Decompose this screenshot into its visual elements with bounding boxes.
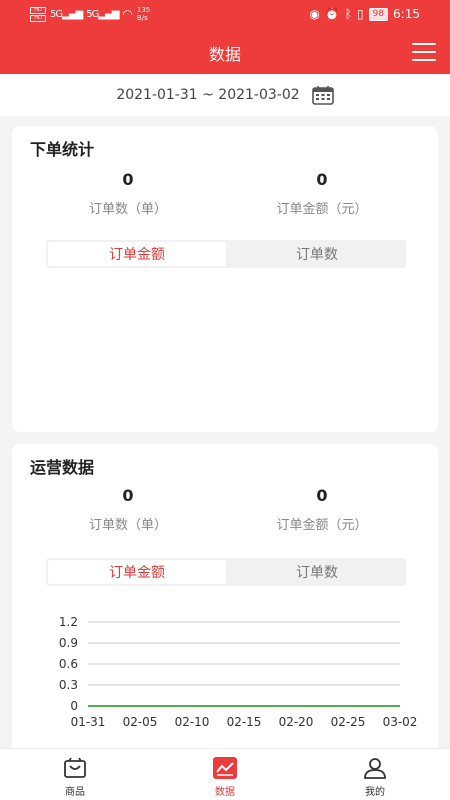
date-range-bar[interactable]: 2021-01-31 ~ 2021-03-02 <box>0 74 450 116</box>
y-tick-label: 0.3 <box>59 678 78 692</box>
x-tick-label: 02-05 <box>123 715 158 729</box>
tab-label: 商品 <box>65 787 85 798</box>
page-title: 数据 <box>208 45 241 64</box>
y-tick-label: 1.2 <box>59 615 78 629</box>
net-speed: 135 B/s <box>136 6 151 22</box>
order-count-stat: 0 订单数（单） <box>48 486 208 533</box>
eye-icon: ◉ <box>309 7 320 21</box>
y-tick-label: 0.6 <box>59 657 78 671</box>
signal-icon-2: 5G▂▄▆ <box>86 8 119 20</box>
order-amount-value: 0 <box>316 486 328 505</box>
order-count-label: 订单数（单） <box>88 202 167 217</box>
sim-icon: HD HD <box>30 6 46 22</box>
x-tick-label: 02-20 <box>279 715 314 729</box>
chart-type-toggle: 订单金额 订单数 <box>46 558 406 586</box>
order-count-stat: 0 订单数（单） <box>48 170 208 217</box>
wifi-icon: ◠ <box>122 7 133 21</box>
order-count-value: 0 <box>122 170 134 189</box>
order-count-value: 0 <box>122 486 134 505</box>
bottom-tab-bar: 商品 数据 我的 <box>0 748 450 800</box>
x-tick-label: 02-25 <box>331 715 366 729</box>
signal-icon: 5G▂▄▆ <box>50 8 83 20</box>
tab-order-amount[interactable]: 订单金额 <box>48 242 226 266</box>
x-tick-label: 02-15 <box>227 715 262 729</box>
order-amount-value: 0 <box>316 170 328 189</box>
x-tick-label: 03-02 <box>383 715 418 729</box>
order-amount-label: 订单金额（元） <box>276 202 368 217</box>
tab-order-count[interactable]: 订单数 <box>228 240 406 268</box>
x-tick-label: 01-31 <box>71 715 106 729</box>
vibrate-icon: ▯ <box>356 7 364 21</box>
chart-icon <box>213 757 237 779</box>
tab-data[interactable]: 数据 <box>150 749 300 800</box>
tab-products[interactable]: 商品 <box>0 749 150 800</box>
battery-icon: 98 <box>368 7 389 21</box>
shopping-bag-icon <box>64 757 86 778</box>
user-icon <box>364 758 386 779</box>
x-tick-label: 02-10 <box>175 715 210 729</box>
tab-label: 我的 <box>365 787 385 798</box>
tab-order-count[interactable]: 订单数 <box>228 558 406 586</box>
status-bar: HD HD 5G▂▄▆ 5G▂▄▆ ◠ 135 B/s ◉ ⏰ ᛒ ▯ 98 6… <box>0 0 450 30</box>
y-tick-label: 0 <box>70 699 78 713</box>
tab-mine[interactable]: 我的 <box>300 749 450 800</box>
order-amount-stat: 0 订单金额（元） <box>242 170 402 217</box>
y-tick-label: 0.9 <box>59 636 78 650</box>
section-title: 下单统计 <box>30 140 95 159</box>
bluetooth-icon: ᛒ <box>344 7 352 21</box>
order-stats-card: 下单统计 0 订单数（单） 0 订单金额（元） 订单金额 订单数 <box>12 126 438 432</box>
chart-type-toggle: 订单金额 订单数 <box>46 240 406 268</box>
nav-bar: 数据 <box>0 30 450 74</box>
order-amount-label: 订单金额（元） <box>276 518 368 533</box>
section-title: 运营数据 <box>30 458 95 477</box>
tab-label: 数据 <box>215 787 235 798</box>
line-chart: 1.2 0.9 0.6 0.3 0 01-31 02-05 02-10 02-15 02-20 02… <box>59 615 418 729</box>
alarm-icon: ⏰ <box>324 7 340 21</box>
tab-order-amount[interactable]: 订单金额 <box>48 560 226 584</box>
calendar-icon[interactable] <box>311 85 334 105</box>
order-amount-stat: 0 订单金额（元） <box>242 486 402 533</box>
order-count-label: 订单数（单） <box>88 518 167 533</box>
clock: 6:15 <box>393 7 420 21</box>
date-range-text: 2021-01-31 ~ 2021-03-02 <box>116 87 300 103</box>
menu-icon[interactable] <box>412 43 436 61</box>
